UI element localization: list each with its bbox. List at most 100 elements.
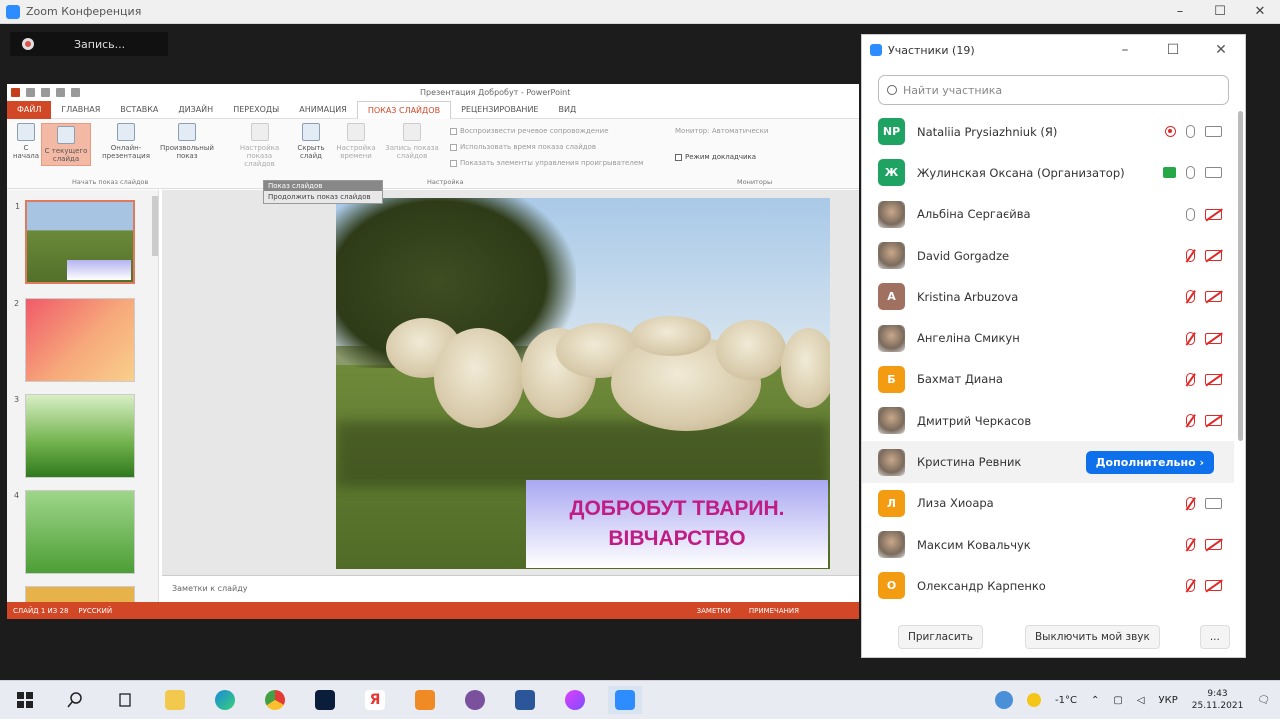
tab-view[interactable]: ВИД <box>549 101 587 119</box>
camera-off-icon[interactable] <box>1205 332 1222 344</box>
microphone-icon[interactable] <box>1186 207 1195 221</box>
microphone-muted-icon[interactable] <box>1186 249 1195 263</box>
notes-toggle[interactable]: ЗАМЕТКИ <box>697 607 731 615</box>
participant-row[interactable]: Дмитрий Черкасов <box>862 400 1234 441</box>
microphone-muted-icon[interactable] <box>1186 372 1195 386</box>
mute-me-button[interactable]: Выключить мой звук <box>1024 625 1160 649</box>
taskbar-app[interactable] <box>308 686 342 714</box>
taskbar-app[interactable] <box>558 686 592 714</box>
redo-icon[interactable] <box>56 88 65 97</box>
temperature[interactable]: -1°C <box>1055 695 1077 706</box>
participant-row[interactable]: Ж Жулинская Оксана (Организатор) <box>862 152 1234 193</box>
taskbar-app[interactable] <box>258 686 292 714</box>
thumbnail-slide-4[interactable]: 4 <box>14 490 135 574</box>
thumbnail-slide-5[interactable] <box>25 586 135 602</box>
online-presentation-button[interactable]: Онлайн-презентация <box>101 123 151 160</box>
camera-off-icon[interactable] <box>1205 580 1222 592</box>
notification-icon[interactable]: 🗨 <box>1257 695 1270 706</box>
from-start-button[interactable]: С начала <box>11 123 41 160</box>
tab-design[interactable]: ДИЗАЙН <box>168 101 223 119</box>
thumbnail-slide-3[interactable]: 3 <box>14 394 135 478</box>
checkbox-timings[interactable]: Использовать время показа слайдов <box>450 143 596 151</box>
participant-row[interactable]: Альбіна Сергаєйва <box>862 194 1234 235</box>
participant-row[interactable]: О Олександр Карпенко <box>862 565 1234 606</box>
camera-off-icon[interactable] <box>1205 250 1222 262</box>
maximize-button[interactable]: ☐ <box>1200 4 1240 19</box>
language-indicator[interactable]: УКР <box>1159 695 1178 706</box>
microphone-muted-icon[interactable] <box>1186 538 1195 552</box>
tab-home[interactable]: ГЛАВНАЯ <box>51 101 110 119</box>
language-indicator[interactable]: РУССКИЙ <box>78 607 112 615</box>
undo-icon[interactable] <box>41 88 50 97</box>
search-button[interactable] <box>58 686 92 714</box>
thumbnail-slide-1[interactable]: 1 <box>15 200 135 284</box>
task-view-button[interactable] <box>108 686 142 714</box>
microphone-icon[interactable] <box>1186 125 1195 139</box>
tab-review[interactable]: РЕЦЕНЗИРОВАНИЕ <box>451 101 548 119</box>
rehearse-timing-button[interactable]: Настройка времени <box>334 123 378 160</box>
recording-indicator[interactable]: Запись... <box>10 32 168 56</box>
notes-field[interactable]: Заметки к слайду <box>162 575 859 602</box>
camera-icon[interactable] <box>1205 126 1222 138</box>
camera-off-icon[interactable] <box>1205 539 1222 551</box>
camera-icon[interactable] <box>1205 497 1222 509</box>
participant-row[interactable]: NP Nataliia Prysiazhniuk (Я) <box>862 111 1234 152</box>
minimize-button[interactable]: – <box>1160 4 1200 19</box>
tab-animation[interactable]: АНИМАЦИЯ <box>289 101 357 119</box>
checkbox-media-controls[interactable]: Показать элементы управления проигрывате… <box>450 159 643 167</box>
participant-row[interactable]: Кристина Ревник Дополнительно › <box>862 441 1234 483</box>
hide-slide-button[interactable]: Скрыть слайд <box>294 123 328 160</box>
participant-row[interactable]: Б Бахмат Диана <box>862 359 1234 400</box>
checkbox-narration[interactable]: Воспроизвести речевое сопровождение <box>450 127 609 135</box>
monitor-select[interactable]: Монитор: Автоматически <box>675 127 768 135</box>
chevron-up-icon[interactable]: ⌃ <box>1091 695 1099 706</box>
camera-off-icon[interactable] <box>1205 373 1222 385</box>
record-show-button[interactable]: Запись показа слайдов <box>383 123 441 160</box>
invite-button[interactable]: Пригласить <box>898 625 983 649</box>
participant-row[interactable]: Ангеліна Смикун <box>862 317 1234 358</box>
taskbar-app[interactable] <box>458 686 492 714</box>
microphone-muted-icon[interactable] <box>1186 414 1195 428</box>
tab-file[interactable]: ФАЙЛ <box>7 100 52 119</box>
microphone-muted-icon[interactable] <box>1186 496 1195 510</box>
tab-insert[interactable]: ВСТАВКА <box>110 101 168 119</box>
taskbar-app[interactable] <box>208 686 242 714</box>
volume-icon[interactable]: ◁ <box>1137 695 1145 706</box>
custom-show-button[interactable]: Произвольный показ <box>157 123 217 160</box>
microphone-icon[interactable] <box>1186 166 1195 180</box>
taskbar-app[interactable] <box>508 686 542 714</box>
clock[interactable]: 9:43 25.11.2021 <box>1192 688 1244 712</box>
slide-title-box[interactable]: ДОБРОБУТ ТВАРИН. ВІВЧАРСТВО <box>526 480 828 568</box>
slideshow-qat-icon[interactable] <box>71 88 80 97</box>
tab-slideshow[interactable]: ПОКАЗ СЛАЙДОВ <box>356 100 452 119</box>
taskbar-app[interactable] <box>408 686 442 714</box>
tab-transitions[interactable]: ПЕРЕХОДЫ <box>223 101 289 119</box>
participant-row[interactable]: David Gorgadze <box>862 235 1234 276</box>
close-button[interactable]: ✕ <box>1240 4 1280 19</box>
start-button[interactable] <box>8 686 42 714</box>
more-button[interactable]: ... <box>1199 625 1230 649</box>
comments-toggle[interactable]: ПРИМЕЧАНИЯ <box>749 607 799 615</box>
participant-row[interactable]: A Kristina Arbuzova <box>862 276 1234 317</box>
network-icon[interactable]: ▢ <box>1113 695 1122 706</box>
participant-row[interactable]: Максим Ковальчук <box>862 524 1234 565</box>
current-slide[interactable]: ДОБРОБУТ ТВАРИН. ВІВЧАРСТВО <box>336 198 830 569</box>
thumbnail-slide-2[interactable]: 2 <box>14 298 135 382</box>
save-icon[interactable] <box>26 88 35 97</box>
panel-minimize-button[interactable]: – <box>1101 42 1149 58</box>
camera-off-icon[interactable] <box>1205 208 1222 220</box>
thumbnail-scrollbar[interactable] <box>152 196 158 256</box>
participant-search-input[interactable]: Найти участника <box>878 75 1229 105</box>
camera-icon[interactable] <box>1205 167 1222 179</box>
camera-off-icon[interactable] <box>1205 291 1222 303</box>
checkbox-presenter-view[interactable]: Режим докладчика <box>675 153 756 161</box>
panel-popout-button[interactable]: ☐ <box>1149 42 1197 58</box>
microphone-muted-icon[interactable] <box>1186 331 1195 345</box>
camera-off-icon[interactable] <box>1205 415 1222 427</box>
more-options-button[interactable]: Дополнительно › <box>1085 450 1214 474</box>
panel-close-button[interactable]: ✕ <box>1197 42 1245 58</box>
microphone-muted-icon[interactable] <box>1186 579 1195 593</box>
help-icon[interactable] <box>995 691 1014 709</box>
participant-row[interactable]: Л Лиза Хиоара <box>862 483 1234 524</box>
setup-show-button[interactable]: Настройка показа слайдов <box>232 123 287 168</box>
